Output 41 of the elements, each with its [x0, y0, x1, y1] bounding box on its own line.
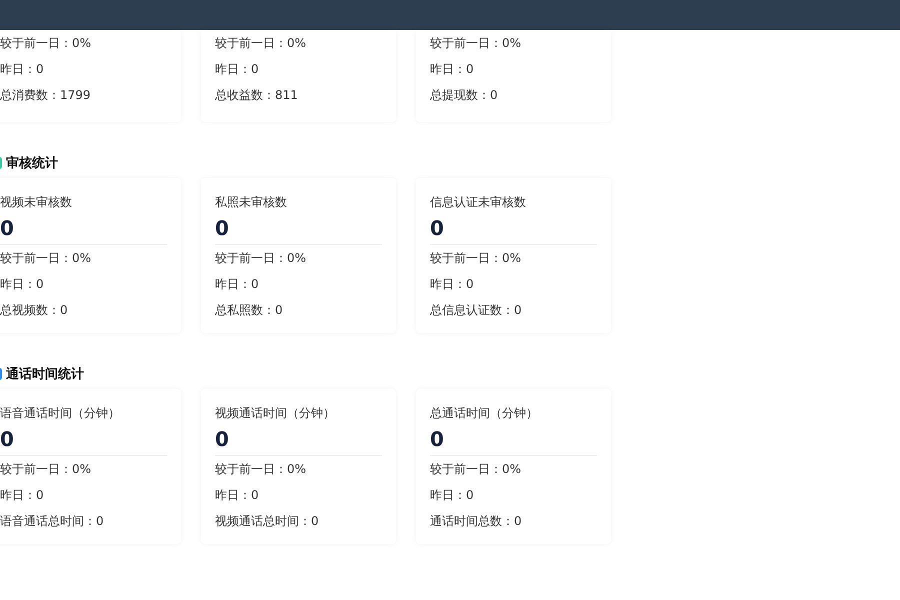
stat-label: 总通话时间（分钟） [430, 405, 539, 422]
stat-text: 语音通话总时间：0 [0, 513, 105, 530]
stat-text: 昨日：0 [0, 61, 45, 78]
stat-text: 较于前一日：0% [215, 250, 308, 267]
stat-text: 较于前一日：0% [0, 250, 92, 267]
stat-text: 昨日：0 [430, 487, 475, 504]
stat-value: 0 [430, 426, 445, 453]
stat-text: 较于前一日：0% [430, 461, 522, 478]
section-title: 审核统计 [6, 154, 58, 172]
stat-text: 较于前一日：0% [0, 35, 92, 52]
stat-value: 0 [430, 215, 445, 242]
stat-value: 0 [0, 215, 15, 242]
stat-text: 总视频数：0 [0, 302, 69, 319]
section-title: 通话时间统计 [6, 366, 84, 383]
stat-label: 视频通话时间（分钟） [215, 405, 336, 422]
stat-text: 较于前一日：0% [430, 250, 522, 267]
stat-text: 昨日：0 [0, 487, 45, 504]
stat-label: 语音通话时间（分钟） [0, 405, 121, 422]
stat-text: 较于前一日：0% [0, 461, 92, 478]
stat-text: 较于前一日：0% [430, 35, 522, 52]
stat-text: 昨日：0 [215, 61, 260, 78]
stat-text: 昨日：0 [215, 487, 260, 504]
stat-label: 视频未审核数 [0, 194, 73, 211]
stat-value: 0 [215, 215, 230, 242]
stat-text: 总收益数：811 [215, 87, 299, 104]
stat-text: 较于前一日：0% [215, 461, 308, 478]
stat-text: 昨日：0 [430, 61, 475, 78]
stat-label: 私照未审核数 [215, 194, 288, 211]
stat-text: 较于前一日：0% [215, 35, 308, 52]
stat-label: 信息认证未审核数 [430, 194, 527, 211]
stat-text: 昨日：0 [430, 276, 475, 293]
stat-value: 0 [215, 426, 230, 453]
stat-text: 昨日：0 [215, 276, 260, 293]
stat-value: 0 [0, 426, 15, 453]
stat-text: 总私照数：0 [215, 302, 284, 319]
stat-text: 总消费数：1799 [0, 87, 92, 104]
stat-text: 昨日：0 [0, 276, 45, 293]
stat-text: 总信息认证数：0 [430, 302, 523, 319]
stat-text: 视频通话总时间：0 [215, 513, 320, 530]
stat-text: 总提现数：0 [430, 87, 499, 104]
stat-text: 通话时间总数：0 [430, 513, 523, 530]
